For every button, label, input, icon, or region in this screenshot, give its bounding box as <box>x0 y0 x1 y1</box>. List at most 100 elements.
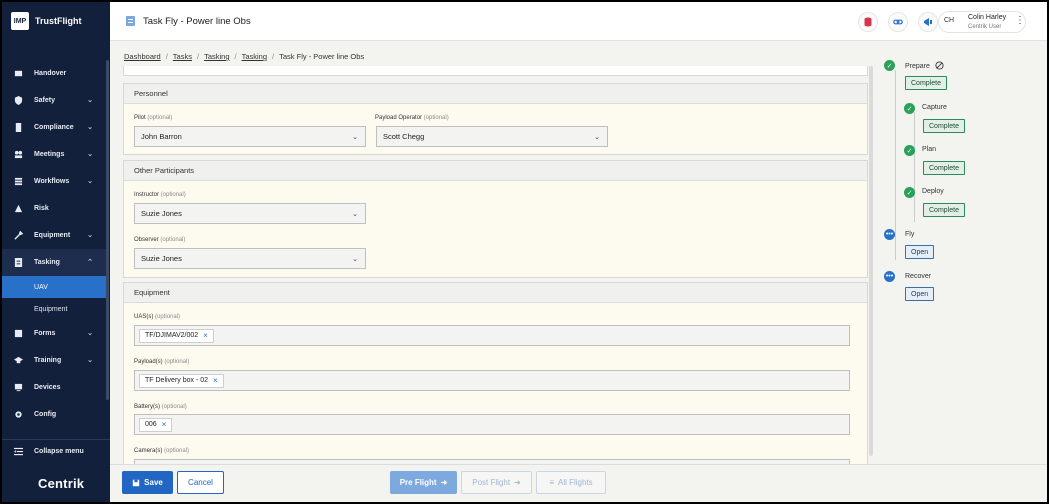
check-icon: ✓ <box>904 187 915 198</box>
chevron-down-icon: ⌄ <box>87 178 93 185</box>
payload-operator-select[interactable]: Scott Chegg ⌄ <box>376 126 608 147</box>
sidebar-item-meetings[interactable]: Meetings ⌄ <box>2 141 106 168</box>
remove-icon[interactable]: × <box>203 331 208 340</box>
list-icon: ≡ <box>549 478 554 487</box>
payloads-label: Payload(s) (optional) <box>134 359 190 365</box>
uas-chip: TF/DJIMAV2/002 × <box>139 328 214 343</box>
avatar[interactable]: CH <box>944 17 954 24</box>
instructor-label: Instructor (optional) <box>134 192 186 198</box>
breadcrumb-tasks[interactable]: Tasks <box>173 52 192 61</box>
uas-label: UAS(s) (optional) <box>134 314 181 320</box>
step-recover-button[interactable]: Open <box>905 287 935 301</box>
sidebar-subitem-uav[interactable]: UAV <box>2 276 106 298</box>
sidebar-item-training[interactable]: Training ⌄ <box>2 347 106 374</box>
in-progress-icon: ••• <box>884 271 895 282</box>
breadcrumb-dashboard[interactable]: Dashboard <box>124 52 161 61</box>
batteries-multiselect[interactable]: 006 × <box>134 414 850 435</box>
sidebar-subitem-equipment[interactable]: Equipment <box>2 298 106 320</box>
sidebar-item-equipment[interactable]: Equipment ⌄ <box>2 222 106 249</box>
sidebar-item-label: Equipment <box>34 232 71 239</box>
collapse-menu-button[interactable]: Collapse menu <box>2 439 110 463</box>
step-capture-button[interactable]: Complete <box>923 119 965 133</box>
all-flights-button[interactable]: ≡ All Flights <box>536 471 606 494</box>
sidebar-item-forms[interactable]: Forms ⌄ <box>2 320 106 347</box>
step-plan-button[interactable]: Complete <box>923 161 965 175</box>
pilot-select[interactable]: John Barron ⌄ <box>134 126 366 147</box>
sidebar-item-label: Compliance <box>34 124 74 131</box>
sidebar-item-handover[interactable]: Handover <box>2 60 106 87</box>
user-name: Colin Harley <box>968 14 1007 21</box>
app-name: TrustFlight <box>35 16 82 26</box>
chevron-down-icon: ⌄ <box>352 256 358 263</box>
check-icon: ✓ <box>904 103 915 114</box>
breadcrumb: Dashboard / Tasks / Tasking / Tasking / Task… <box>124 52 365 61</box>
graduation-cap-icon <box>14 356 23 365</box>
instructor-select[interactable]: Suzie Jones ⌄ <box>134 203 366 224</box>
task-icon <box>126 16 135 26</box>
chevron-down-icon: ⌄ <box>87 151 93 158</box>
link-icon[interactable] <box>888 12 908 32</box>
shield-icon <box>14 96 23 105</box>
collapse-menu-label: Collapse menu <box>34 448 84 455</box>
more-options-icon[interactable]: ⋮ <box>1015 15 1025 26</box>
arrow-right-icon: ➜ <box>440 478 448 487</box>
devices-icon <box>14 383 23 392</box>
disabled-icon <box>935 61 944 70</box>
breadcrumb-tasking-2[interactable]: Tasking <box>242 52 267 61</box>
section-heading: Equipment <box>124 283 867 303</box>
config-icon <box>14 410 23 419</box>
step-fly-label: Fly <box>905 231 915 238</box>
sidebar-item-label: Forms <box>34 330 56 337</box>
step-recover-label: Recover <box>905 273 932 280</box>
chevron-down-icon: ⌄ <box>87 330 93 337</box>
remove-icon[interactable]: × <box>162 420 167 429</box>
step-deploy-button[interactable]: Complete <box>923 203 965 217</box>
check-icon: ✓ <box>904 145 915 156</box>
step-fly-button[interactable]: Open <box>905 245 935 259</box>
sidebar-item-label: Config <box>34 411 57 418</box>
save-button[interactable]: Save <box>122 471 173 494</box>
remove-icon[interactable]: × <box>213 376 218 385</box>
pilot-label: Pilot (optional) <box>134 115 173 121</box>
step-capture-label: Capture <box>922 104 947 111</box>
megaphone-icon[interactable] <box>918 12 938 32</box>
sidebar-item-config[interactable]: Config <box>2 401 106 428</box>
other-participants-card: Other Participants Instructor (optional)… <box>123 160 868 278</box>
sidebar-item-devices[interactable]: Devices <box>2 374 106 401</box>
uas-multiselect[interactable]: TF/DJIMAV2/002 × <box>134 325 850 346</box>
app-logo[interactable]: IMP TrustFlight <box>11 12 82 30</box>
action-footer: Save Cancel Pre Flight ➜ Post Flight ➜ ≡ Al… <box>110 464 1047 502</box>
check-icon: ✓ <box>884 60 895 71</box>
previous-section-edge <box>123 66 868 76</box>
content-scrollbar[interactable] <box>869 66 873 456</box>
wrench-icon <box>14 231 23 240</box>
step-prepare-button[interactable]: Complete <box>905 76 947 90</box>
sidebar-item-risk[interactable]: Risk <box>2 195 106 222</box>
main-content: Personnel Pilot (optional) John Barron ⌄ … <box>120 66 874 464</box>
sidebar-item-label: Safety <box>34 97 56 104</box>
breadcrumb-tasking[interactable]: Tasking <box>204 52 229 61</box>
sidebar-item-tasking[interactable]: Tasking ⌃ <box>2 249 106 276</box>
sidebar-item-label: Workflows <box>34 178 70 185</box>
chevron-up-icon: ⌃ <box>87 259 93 266</box>
meetings-icon <box>14 150 23 159</box>
post-flight-button[interactable]: Post Flight ➜ <box>461 471 532 494</box>
compliance-icon <box>14 123 23 132</box>
workflows-icon <box>14 177 23 186</box>
tasking-icon <box>14 258 23 267</box>
sidebar-scrollbar[interactable] <box>106 60 109 400</box>
cancel-button[interactable]: Cancel <box>177 471 224 494</box>
sidebar-item-workflows[interactable]: Workflows ⌄ <box>2 168 106 195</box>
pre-flight-button[interactable]: Pre Flight ➜ <box>390 471 457 494</box>
observer-select[interactable]: Suzie Jones ⌄ <box>134 248 366 269</box>
sidebar-item-label: Tasking <box>34 259 60 266</box>
step-deploy-label: Deploy <box>922 188 944 195</box>
payload-operator-label: Payload Operator (optional) <box>375 115 449 121</box>
personnel-card: Personnel Pilot (optional) John Barron ⌄ … <box>123 83 868 155</box>
warning-icon <box>14 204 23 213</box>
sidebar-item-safety[interactable]: Safety ⌄ <box>2 87 106 114</box>
handover-icon <box>14 69 23 78</box>
database-icon[interactable] <box>858 12 878 32</box>
sidebar-item-compliance[interactable]: Compliance ⌄ <box>2 114 106 141</box>
payloads-multiselect[interactable]: TF Delivery box - 02 × <box>134 370 850 391</box>
